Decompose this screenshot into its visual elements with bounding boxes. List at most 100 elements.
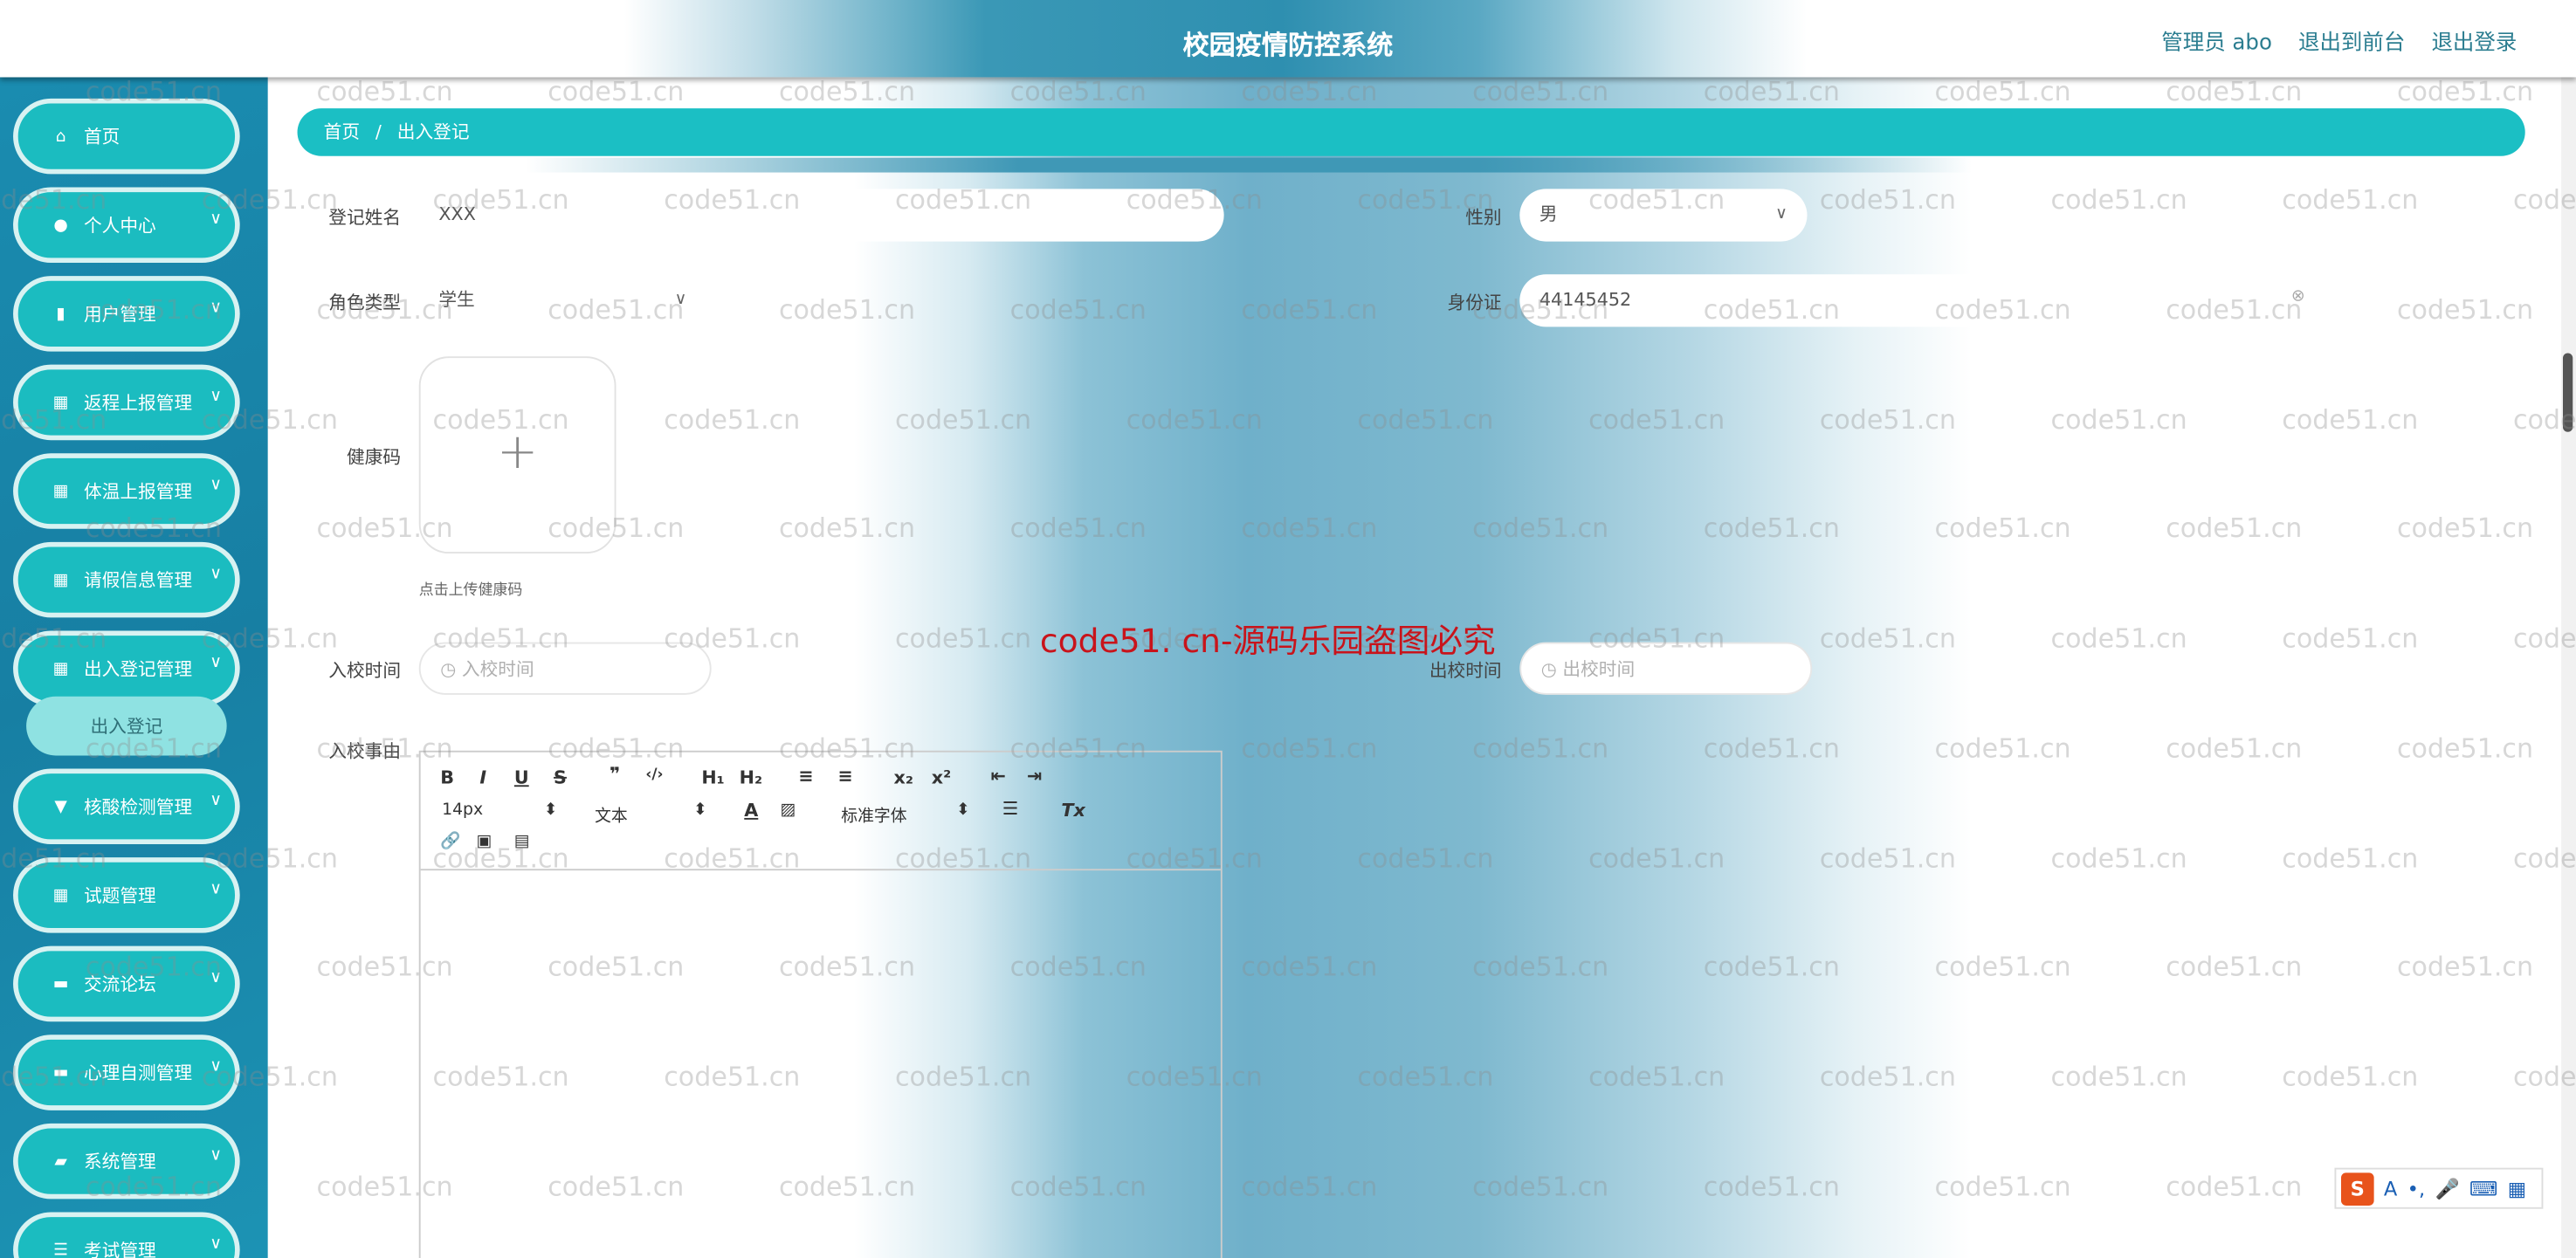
strike-button[interactable]: S [554, 767, 567, 788]
sidebar-item-8[interactable]: ▦ 试题管理 ∨ [13, 857, 240, 933]
reason-label: 入校事由 [328, 740, 402, 762]
clear-format-button[interactable]: Tx [1061, 800, 1085, 821]
sidebar-item-0[interactable]: ⌂ 首页 [13, 98, 240, 175]
watermark-text: code51.cn [1934, 1171, 2071, 1203]
image-icon[interactable]: ▣ [477, 833, 492, 851]
watermark-text: code51.cn [1472, 732, 1609, 764]
logout-link[interactable]: 退出登录 [2431, 24, 2517, 56]
clock-icon: ◷ [440, 658, 462, 680]
sidebar-item-12[interactable]: ☰ 考试管理 ∨ [13, 1212, 240, 1258]
background-color-button[interactable]: ▨ [781, 801, 796, 820]
in-time-picker[interactable]: ◷ 入校时间 [418, 642, 712, 695]
chevron-down-icon: ∨ [210, 1146, 222, 1165]
watermark-text: code51.cn [2050, 1061, 2187, 1093]
clock-icon: ◷ [1540, 658, 1563, 680]
bullet-list-button[interactable]: ≡ [838, 766, 853, 787]
ordered-list-button[interactable]: ≡ [798, 766, 813, 787]
clear-icon[interactable]: ⊗ [2291, 271, 2305, 323]
underline-button[interactable]: U [514, 767, 529, 788]
watermark-text: code51.cn [2282, 183, 2419, 216]
italic-button[interactable]: I [479, 767, 486, 788]
watermark-text: code51.cn [2050, 622, 2187, 654]
indent-button[interactable]: ⇥ [1027, 766, 1042, 787]
sidebar-item-label: 返程上报管理 [83, 392, 193, 415]
breadcrumb-home[interactable]: 首页 [324, 121, 360, 142]
sogou-logo: S [2340, 1172, 2374, 1206]
block-format-select[interactable]: 文本 [595, 801, 628, 827]
editor-content[interactable] [421, 870, 1221, 1258]
font-color-button[interactable]: A [744, 800, 758, 821]
ime-button[interactable]: 🎤 [2435, 1177, 2459, 1200]
role-label: 角色类型 [328, 292, 402, 314]
sidebar-item-2[interactable]: ▮ 用户管理 ∨ [13, 276, 240, 352]
bold-button[interactable]: B [440, 767, 454, 788]
decorative-stripe [328, 157, 1972, 173]
code-button[interactable]: ‹/› [645, 767, 663, 784]
ime-button[interactable]: •, [2407, 1177, 2426, 1200]
sidebar-item-3[interactable]: ▦ 返程上报管理 ∨ [13, 364, 240, 441]
font-size-select[interactable]: 14px [442, 801, 483, 820]
h1-button[interactable]: H₁ [701, 767, 724, 788]
watermark-text: code51.cn [778, 75, 916, 107]
sidebar-item-4[interactable]: ▦ 体温上报管理 ∨ [13, 453, 240, 529]
watermark-text: code51.cn [1241, 951, 1378, 983]
grid-icon: ▦ [52, 482, 69, 500]
watermark-text: code51.cn [1357, 842, 1494, 874]
sidebar-item-9[interactable]: ▬ 交流论坛 ∨ [13, 945, 240, 1022]
id-card-value: 44145452 [1539, 289, 1632, 311]
align-button[interactable]: ☰ [1002, 798, 1019, 819]
sidebar-subitem-entry-registration[interactable]: 出入登记 [26, 696, 227, 756]
watermark-text: code51.cn [2166, 512, 2303, 544]
watermark-text: code51.cn [1703, 1171, 1840, 1203]
ime-toolbar: S A •, 🎤 ⌨ ▦ [2334, 1167, 2544, 1209]
ime-button[interactable]: ⌨ [2469, 1177, 2498, 1200]
watermark-text: code51.cn [1934, 951, 2071, 983]
h2-button[interactable]: H₂ [740, 767, 762, 788]
user-label: 管理员 abo [2161, 31, 2272, 56]
watermark-text: code51.cn [1588, 842, 1725, 874]
watermark-text: code51.cn [1703, 951, 1840, 983]
quote-button[interactable]: ❞ [610, 764, 620, 785]
watermark-text: code51.cn [894, 403, 1032, 436]
watermark-text: code51.cn [1588, 1061, 1725, 1093]
id-card-input[interactable]: 44145452 ⊗ [1519, 274, 2325, 327]
link-icon[interactable]: 🔗 [440, 833, 460, 851]
chevron-down-icon: ∨ [674, 291, 687, 309]
sidebar-item-label: 用户管理 [83, 304, 156, 326]
test-tube-icon: ▼ [54, 797, 67, 816]
sidebar-item-10[interactable]: ▬ 心理自测管理 ∨ [13, 1035, 240, 1110]
health-code-upload[interactable]: + [418, 356, 616, 554]
sidebar-item-11[interactable]: ▰ 系统管理 ∨ [13, 1123, 240, 1200]
sidebar-item-5[interactable]: ▦ 请假信息管理 ∨ [13, 541, 240, 618]
watermark-text: code51.cn [664, 403, 801, 436]
font-family-select[interactable]: 标准字体 [841, 801, 906, 827]
gender-select[interactable]: 男 ∨ [1519, 189, 1808, 242]
back-to-front-link[interactable]: 退出到前台 [2298, 24, 2405, 56]
select-arrows-icon: ⬍ [692, 801, 707, 820]
sidebar-item-1[interactable]: ● 个人中心 ∨ [13, 187, 240, 264]
scrollbar-thumb[interactable] [2562, 353, 2573, 432]
name-input[interactable]: XXX [418, 189, 1224, 242]
briefcase-icon: ▰ [54, 1151, 67, 1171]
breadcrumb-separator: / [375, 121, 382, 143]
chevron-down-icon: ∨ [210, 299, 222, 318]
ime-button[interactable]: ▦ [2508, 1177, 2526, 1200]
grid-icon: ▦ [52, 570, 69, 589]
watermark-text: code51.cn [1703, 512, 1840, 544]
ime-button[interactable]: A [2384, 1177, 2397, 1200]
watermark-text: code51.cn [778, 512, 916, 544]
subscript-button[interactable]: x₂ [893, 767, 913, 788]
scrollbar[interactable] [2561, 77, 2576, 1258]
sidebar-item-7[interactable]: ▼ 核酸检测管理 ∨ [13, 768, 240, 845]
role-select[interactable]: 学生 ∨ [418, 274, 707, 327]
sidebar-item-6[interactable]: ▦ 出入登记管理 ∨ [13, 630, 240, 707]
watermark-text: code51.cn [1819, 403, 1956, 436]
red-watermark: code51. cn-源码乐园盗图必究 [1039, 621, 1496, 661]
superscript-button[interactable]: x² [932, 767, 951, 788]
out-time-picker[interactable]: ◷ 出校时间 [1519, 642, 1813, 695]
outdent-button[interactable]: ⇤ [990, 766, 1005, 787]
watermark-text: code51.cn [2396, 293, 2534, 326]
video-icon[interactable]: ▤ [514, 833, 530, 851]
watermark-text: code51.cn [1472, 951, 1609, 983]
sidebar-item-label: 核酸检测管理 [83, 796, 193, 818]
